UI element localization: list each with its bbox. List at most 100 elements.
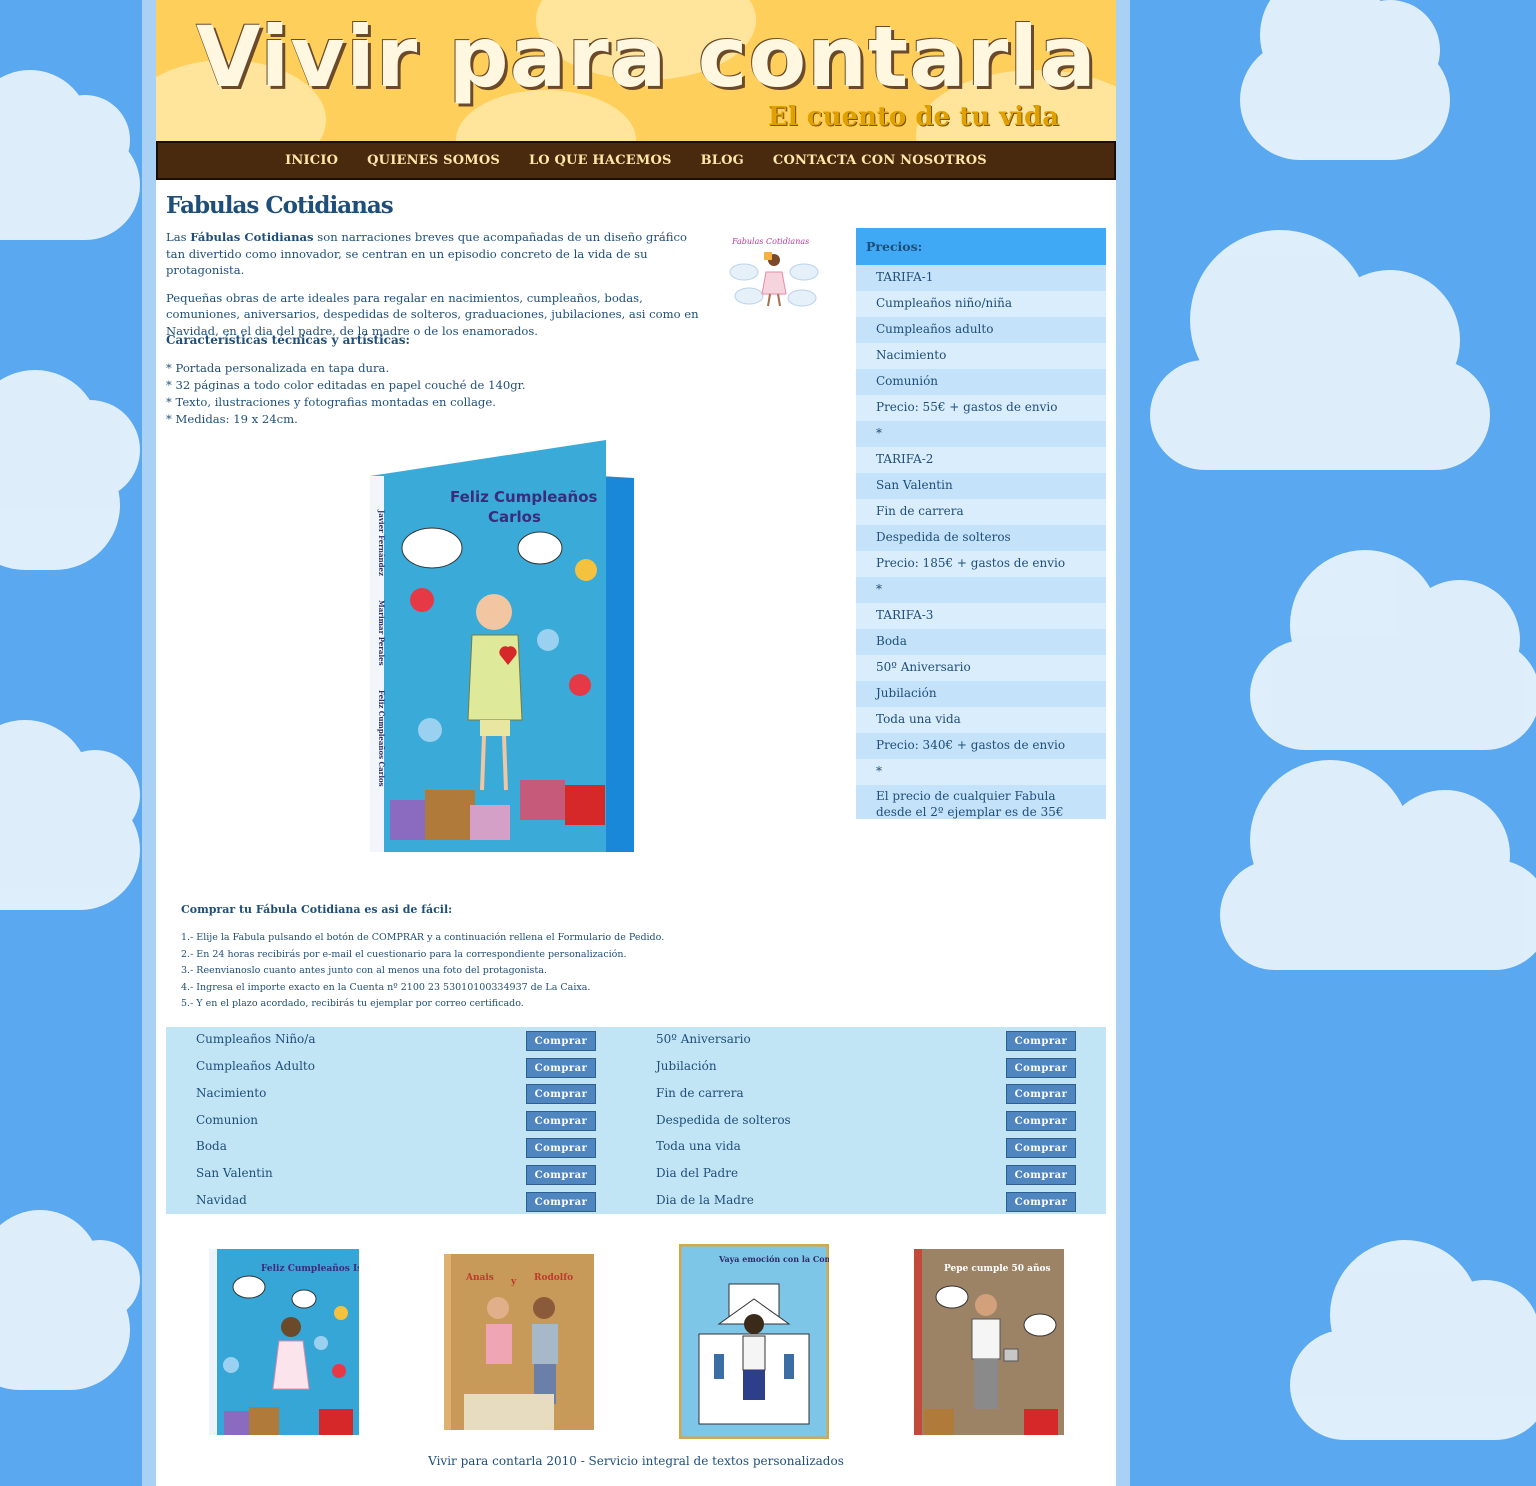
order-item-label: Despedida de solteros [656, 1113, 791, 1127]
page-border-left [142, 0, 156, 1486]
comprar-button[interactable]: Comprar [1006, 1058, 1076, 1078]
buy-steps: 1.- Elije la Fabula pulsando el botón de… [181, 930, 664, 1013]
price-row[interactable]: Fin de carrera [856, 499, 1106, 525]
background-cloud [1240, 0, 1450, 160]
price-row[interactable]: TARIFA-2 [856, 447, 1106, 473]
comprar-button[interactable]: Comprar [1006, 1138, 1076, 1158]
price-row[interactable]: TARIFA-3 [856, 603, 1106, 629]
comprar-button[interactable]: Comprar [526, 1165, 596, 1185]
order-item-label: Toda una vida [656, 1139, 741, 1153]
order-item-label: Fin de carrera [656, 1086, 744, 1100]
footer-text: Vivir para contarla 2010 - Servicio inte… [428, 1454, 844, 1468]
features-heading: Características técnicas y artísticas: [166, 333, 410, 347]
prices-list: TARIFA-1 Cumpleaños niño/niña Cumpleaños… [856, 265, 1106, 819]
features-list: * Portada personalizada en tapa dura. * … [166, 360, 526, 428]
buy-step: 1.- Elije la Fabula pulsando el botón de… [181, 932, 665, 943]
prices-header: Precios: [856, 228, 1106, 265]
order-item-label: Jubilación [656, 1059, 717, 1073]
nav-contacta[interactable]: CONTACTA CON NOSOTROS [773, 153, 987, 168]
background-cloud [1150, 230, 1490, 470]
intro-text: Las Fábulas Cotidianas son narraciones b… [166, 229, 706, 350]
gallery-title: Pepe cumple 50 años [944, 1263, 1051, 1274]
nav-quienes-somos[interactable]: QUIENES SOMOS [367, 153, 500, 168]
price-row[interactable]: San Valentin [856, 473, 1106, 499]
price-row[interactable]: * [856, 577, 1106, 603]
feature-item: * Portada personalizada en tapa dura. [166, 361, 390, 375]
comprar-button[interactable]: Comprar [1006, 1031, 1076, 1051]
buy-step: 3.- Reenvianoslo cuanto antes junto con … [181, 965, 547, 977]
gallery-title-right: Rodolfo [534, 1273, 573, 1283]
price-row[interactable]: Despedida de solteros [856, 525, 1106, 551]
intro-bold-term: Fábulas Cotidianas [190, 230, 314, 244]
price-row[interactable]: Boda [856, 629, 1106, 655]
main-nav: INICIO QUIENES SOMOS LO QUE HACEMOS BLOG… [156, 141, 1116, 180]
nav-lo-que-hacemos[interactable]: LO QUE HACEMOS [529, 153, 672, 168]
gallery-book-pepe[interactable]: Pepe cumple 50 años [914, 1249, 1064, 1435]
intro-prefix: Las [166, 230, 191, 244]
comprar-button[interactable]: Comprar [526, 1192, 596, 1212]
price-row[interactable]: TARIFA-1 [856, 265, 1106, 291]
spine-author-2: Marimar Perales [377, 600, 386, 666]
cover-title-line1: Feliz Cumpleaños [450, 488, 598, 506]
comprar-button[interactable]: Comprar [526, 1031, 596, 1051]
site-title: Vivir para contarla [196, 8, 1097, 106]
price-row[interactable]: Cumpleaños niño/niña [856, 291, 1106, 317]
order-item-label: Boda [196, 1139, 227, 1153]
price-row[interactable]: Toda una vida [856, 707, 1106, 733]
thumbnail-title: Fabulas Cotidianas [731, 237, 809, 246]
gallery-book-anais-rodolfo[interactable]: Anais y Rodolfo [444, 1254, 594, 1430]
comprar-button[interactable]: Comprar [526, 1058, 596, 1078]
comprar-button[interactable]: Comprar [526, 1111, 596, 1131]
gallery-title: Vaya emoción con la Comunión... [718, 1254, 829, 1264]
background-cloud [0, 70, 140, 240]
page-border-right [1116, 0, 1130, 1486]
background-cloud [1220, 760, 1536, 970]
comprar-button[interactable]: Comprar [1006, 1111, 1076, 1131]
price-row[interactable]: Cumpleaños adulto [856, 317, 1106, 343]
feature-item: * Medidas: 19 x 24cm. [166, 412, 298, 426]
feature-item: * Texto, ilustraciones y fotografias mon… [166, 395, 496, 409]
gallery-title: Feliz Cumpleaños Isabel [261, 1263, 359, 1274]
buy-step: 4.- Ingresa el importe exacto en la Cuen… [181, 981, 591, 993]
price-row[interactable]: Comunión [856, 369, 1106, 395]
price-row[interactable]: El precio de cualquier Fabula desde el 2… [856, 785, 1106, 819]
order-item-label: Nacimiento [196, 1086, 267, 1100]
page-title: Fabulas Cotidianas [166, 192, 394, 219]
order-item-label: Comunion [196, 1113, 259, 1127]
price-row[interactable]: 50º Aniversario [856, 655, 1106, 681]
spine-author: Javier Fernández [377, 509, 386, 576]
nav-blog[interactable]: BLOG [701, 153, 744, 168]
price-row[interactable]: Precio: 185€ + gastos de envio [856, 551, 1106, 577]
gallery-title-left: Anais [465, 1273, 494, 1283]
intro-paragraph-1: Las Fábulas Cotidianas son narraciones b… [166, 229, 706, 279]
order-item-label: 50º Aniversario [656, 1032, 751, 1046]
gallery-book-comunion[interactable]: Vaya emoción con la Comunión... [679, 1244, 829, 1439]
price-row[interactable]: Precio: 340€ + gastos de envio [856, 733, 1106, 759]
book-cover-image: Javier Fernández Marimar Perales Feliz C… [370, 440, 634, 852]
comprar-button[interactable]: Comprar [1006, 1084, 1076, 1104]
price-row[interactable]: Nacimiento [856, 343, 1106, 369]
buy-heading: Comprar tu Fábula Cotidiana es asi de fá… [181, 903, 453, 916]
feature-item: * 32 páginas a todo color editadas en pa… [166, 378, 526, 392]
comprar-button[interactable]: Comprar [526, 1138, 596, 1158]
order-table: Cumpleaños Niño/a Comprar Cumpleaños Adu… [166, 1027, 1106, 1214]
site-banner[interactable]: Vivir para contarla El cuento de tu vida [156, 0, 1116, 141]
price-row[interactable]: * [856, 421, 1106, 447]
buy-step: 2.- En 24 horas recibirás por e-mail el … [181, 948, 627, 960]
price-row[interactable]: Jubilación [856, 681, 1106, 707]
nav-inicio[interactable]: INICIO [285, 153, 338, 168]
order-item-label: Dia del Padre [656, 1166, 739, 1180]
gallery-title-mid: y [510, 1277, 517, 1287]
comprar-button[interactable]: Comprar [1006, 1165, 1076, 1185]
order-item-label: Dia de la Madre [656, 1193, 754, 1207]
order-item-label: San Valentin [196, 1166, 273, 1180]
order-item-label: Cumpleaños Niño/a [196, 1032, 316, 1046]
buy-step: 5.- Y en el plazo acordado, recibirás tu… [181, 998, 524, 1010]
comprar-button[interactable]: Comprar [526, 1084, 596, 1104]
gallery-book-isabel[interactable]: Feliz Cumpleaños Isabel [209, 1249, 359, 1435]
price-row[interactable]: Precio: 55€ + gastos de envio [856, 395, 1106, 421]
price-row[interactable]: * [856, 759, 1106, 785]
comprar-button[interactable]: Comprar [1006, 1192, 1076, 1212]
background-cloud [1290, 1240, 1536, 1440]
page-container: Vivir para contarla El cuento de tu vida… [156, 0, 1116, 1486]
